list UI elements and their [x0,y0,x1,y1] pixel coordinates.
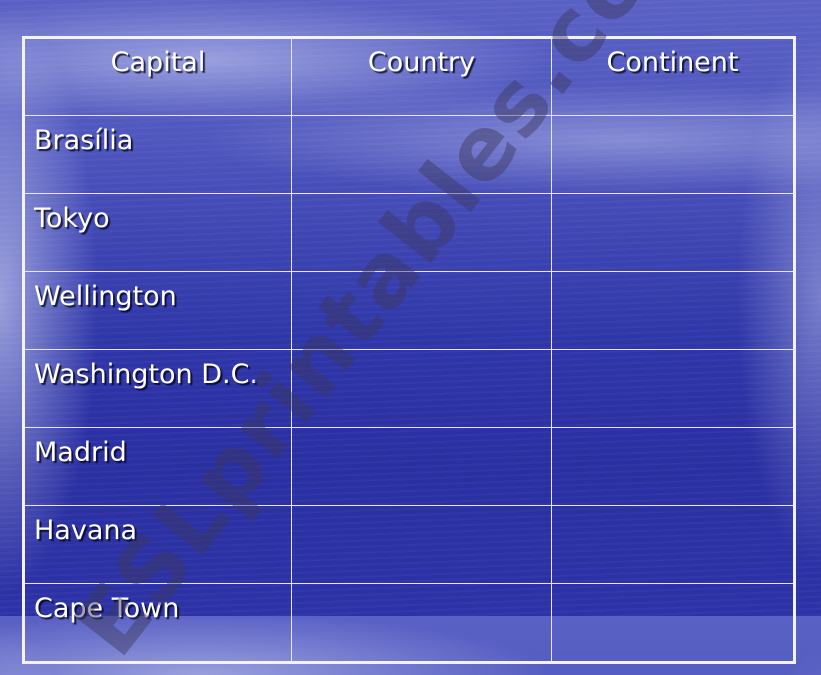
table-row: Cape Town [23,583,795,663]
continent-cell[interactable] [551,193,795,272]
country-cell[interactable] [291,583,552,663]
country-cell[interactable] [291,505,552,584]
country-cell[interactable] [291,115,552,194]
continent-cell[interactable] [551,271,795,350]
capital-cell: Tokyo [23,193,292,272]
table-row: Havana [23,505,795,584]
table-row: Wellington [23,271,795,350]
table-row: Washington D.C. [23,349,795,428]
continent-cell[interactable] [551,583,795,663]
continent-cell[interactable] [551,115,795,194]
continent-cell[interactable] [551,427,795,506]
country-cell[interactable] [291,349,552,428]
capital-cell: Washington D.C. [23,349,292,428]
table-row: Madrid [23,427,795,506]
table-row: Tokyo [23,193,795,272]
capital-cell: Wellington [23,271,292,350]
continent-cell[interactable] [551,505,795,584]
capital-cell: Cape Town [23,583,292,663]
capital-cell: Brasília [23,115,292,194]
capitals-worksheet-table: Capital Country Continent Brasília Tokyo… [22,36,796,664]
header-continent: Continent [551,37,795,116]
country-cell[interactable] [291,271,552,350]
country-cell[interactable] [291,427,552,506]
capital-cell: Madrid [23,427,292,506]
continent-cell[interactable] [551,349,795,428]
table-header-row: Capital Country Continent [23,37,795,116]
country-cell[interactable] [291,193,552,272]
header-country: Country [291,37,552,116]
header-capital: Capital [23,37,292,116]
table-row: Brasília [23,115,795,194]
capital-cell: Havana [23,505,292,584]
